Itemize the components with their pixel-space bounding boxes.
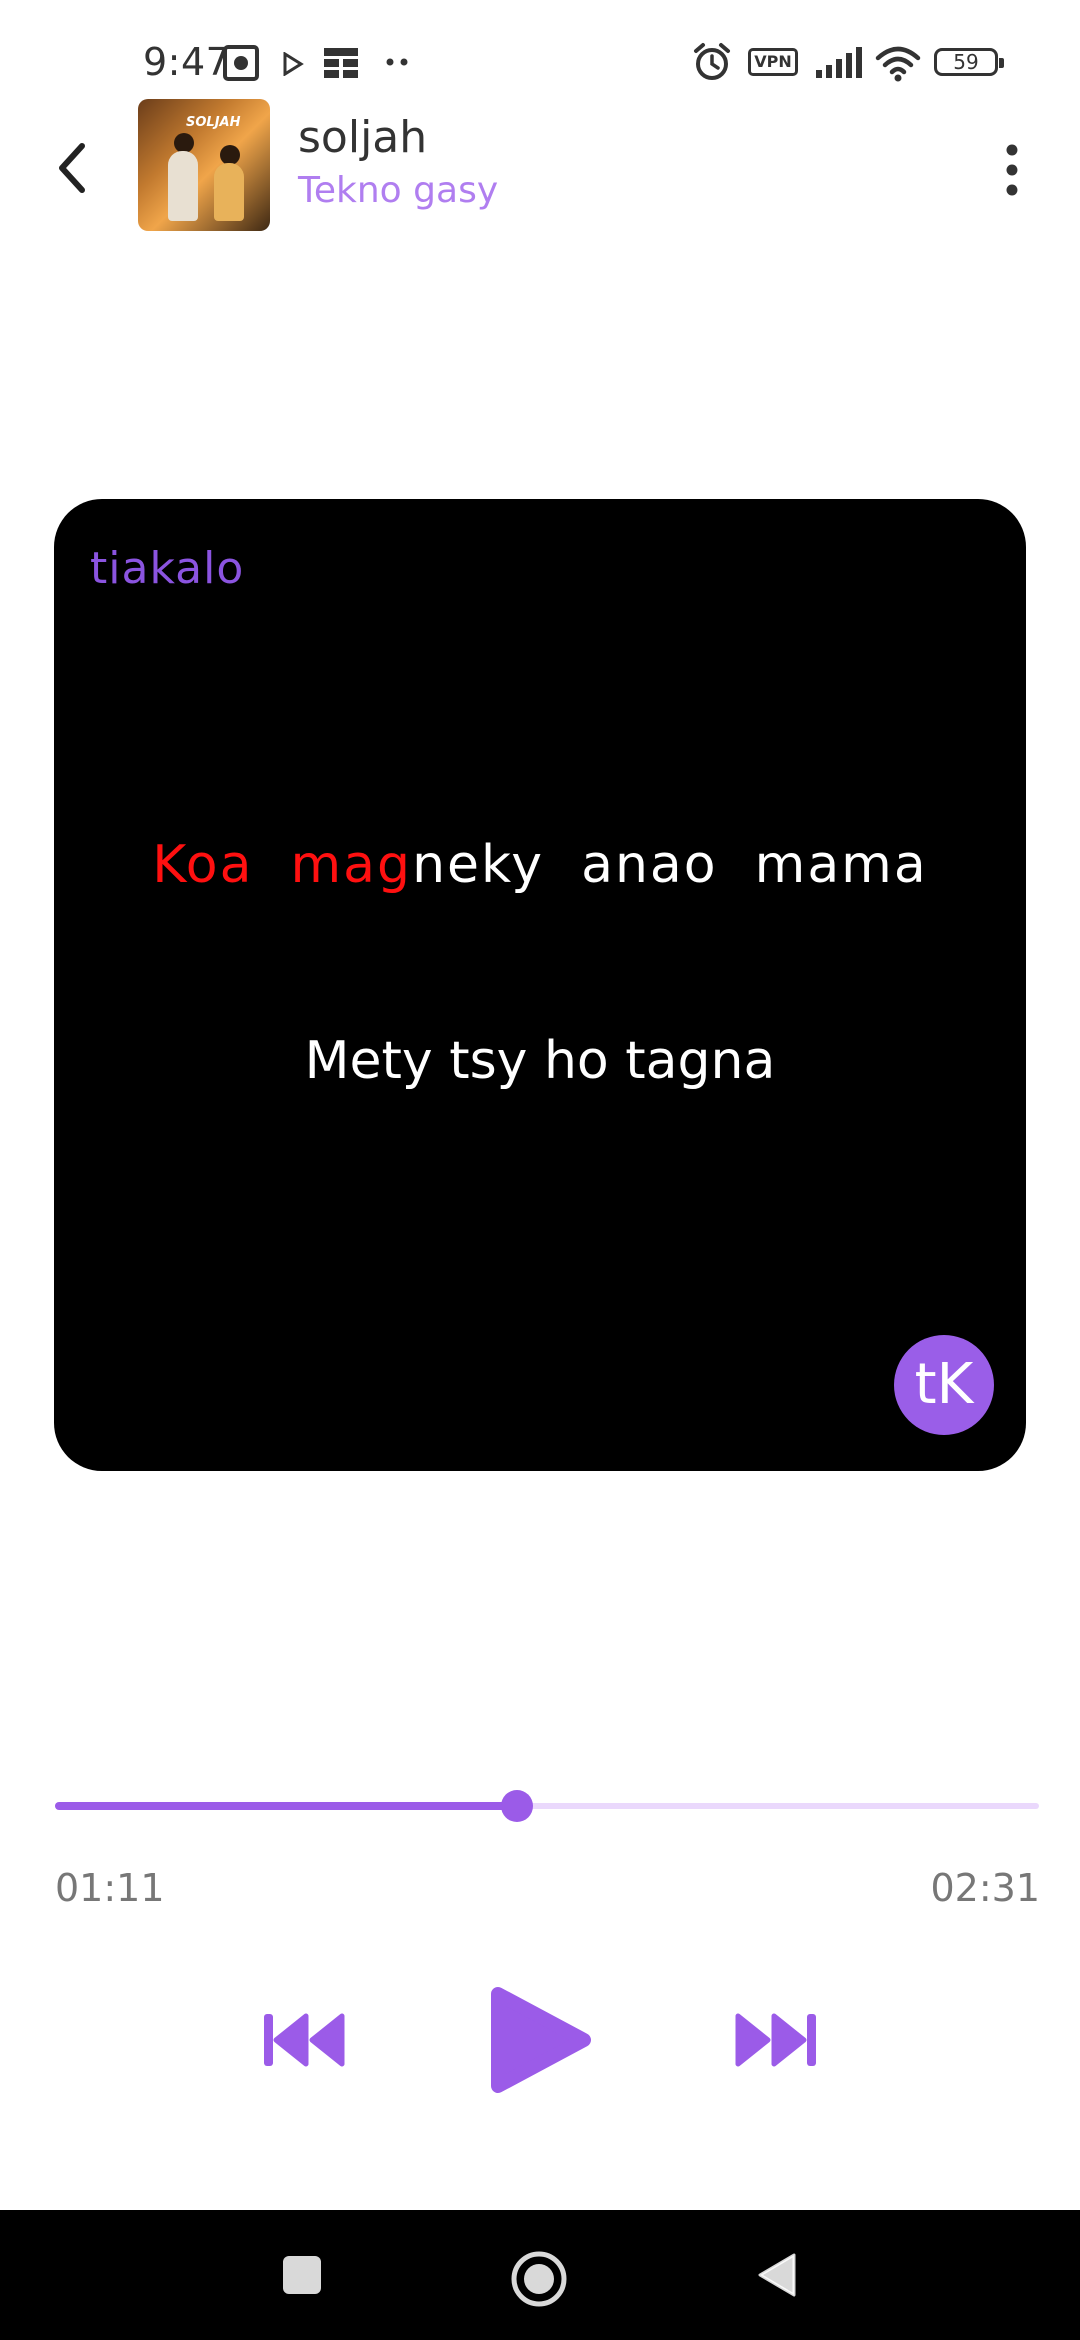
recents-button[interactable] xyxy=(281,2254,323,2296)
lyric-sung-part: Koa mag xyxy=(152,835,413,895)
status-bar: 9:47 VPN 59 xyxy=(0,0,1080,110)
triangle-back-icon xyxy=(758,2253,796,2297)
cover-figure-head xyxy=(174,133,194,153)
home-circle-icon xyxy=(511,2251,567,2307)
brand-wordmark: tiakalo xyxy=(90,543,245,594)
lyric-unsung-part: neky anao mama xyxy=(412,835,928,895)
back-button[interactable] xyxy=(48,138,96,198)
play-store-icon xyxy=(283,52,304,76)
signal-icon xyxy=(816,47,862,78)
next-lyric-line: Mety tsy ho tagna xyxy=(304,1031,776,1091)
system-nav-bar xyxy=(0,2210,1080,2340)
skip-next-icon xyxy=(735,2013,816,2067)
more-options-button[interactable] xyxy=(996,140,1028,200)
cover-caption: SOLJAH xyxy=(186,115,241,130)
chevron-left-icon xyxy=(59,143,85,193)
app-logo-badge: tK xyxy=(894,1335,994,1435)
artist-name[interactable]: Tekno gasy xyxy=(298,170,498,211)
vpn-icon: VPN xyxy=(748,48,798,76)
progress-thumb[interactable] xyxy=(501,1790,534,1822)
more-vertical-icon xyxy=(1006,144,1018,196)
home-button[interactable] xyxy=(510,2250,568,2308)
more-notifications-icon xyxy=(386,58,408,66)
current-lyric-line: Koa magneky anao mama xyxy=(54,835,1026,895)
song-title: soljah xyxy=(298,112,428,163)
status-time: 9:47 xyxy=(143,40,231,84)
grid-app-icon xyxy=(324,48,358,78)
total-time: 02:31 xyxy=(930,1866,1040,1910)
cover-figure-body xyxy=(168,151,198,221)
play-icon xyxy=(491,1987,591,2093)
nav-back-button[interactable] xyxy=(756,2252,796,2298)
battery-icon: 59 xyxy=(934,48,1004,76)
cover-figure-body xyxy=(214,163,244,221)
album-cover: SOLJAH xyxy=(138,99,270,231)
progress-slider[interactable] xyxy=(55,1790,1039,1822)
skip-previous-icon xyxy=(264,2013,345,2067)
previous-button[interactable] xyxy=(262,2010,346,2070)
next-button[interactable] xyxy=(734,2010,818,2070)
elapsed-time: 01:11 xyxy=(55,1866,165,1910)
cover-figure-head xyxy=(220,145,240,165)
alarm-icon xyxy=(694,43,730,80)
lyrics-card: tiakalo Koa magneky anao mama Mety tsy h… xyxy=(54,499,1026,1471)
wifi-icon xyxy=(875,46,921,82)
screenshot-icon xyxy=(223,45,259,81)
square-icon xyxy=(283,2256,321,2294)
progress-fill xyxy=(55,1802,518,1810)
play-button[interactable] xyxy=(488,1984,592,2096)
